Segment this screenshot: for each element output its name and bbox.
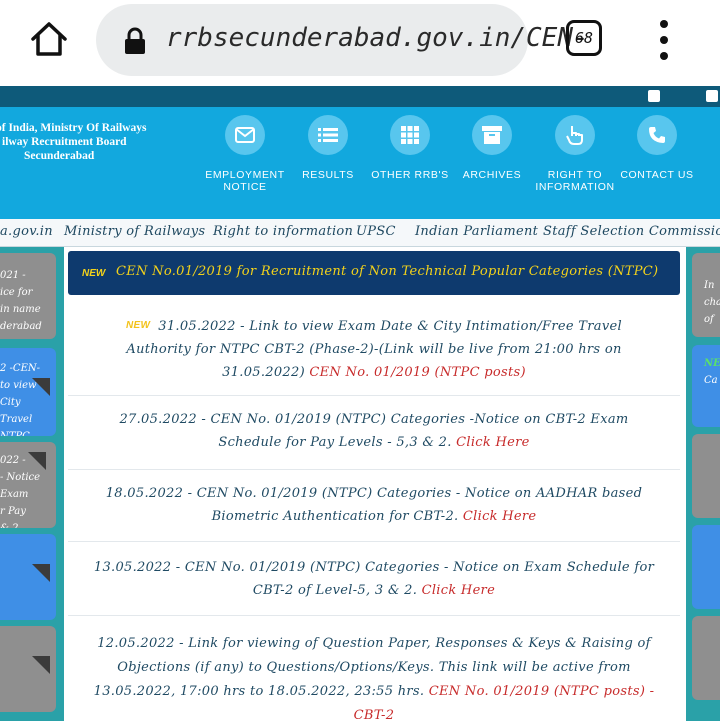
social-icon[interactable] — [648, 90, 660, 102]
home-button[interactable] — [24, 14, 74, 64]
card-corner-icon — [28, 452, 46, 470]
cen-title[interactable]: CEN No.01/2019 for Recruitment of Non Te… — [116, 264, 658, 279]
notice-link[interactable]: Click Here — [463, 509, 537, 524]
social-icon[interactable] — [706, 90, 718, 102]
left-card[interactable]: 2 -CEN-to viewCityTravelNTPC — [0, 348, 56, 436]
address-bar[interactable]: rrbsecunderabad.gov.in/CEN- — [96, 4, 589, 76]
more-vert-icon[interactable] — [650, 16, 678, 64]
nav-other-rrbs[interactable]: OTHER RRB'S — [365, 115, 455, 181]
lock-icon — [125, 27, 145, 54]
tab-count: 68 — [574, 29, 594, 47]
tab-switcher-button[interactable]: 68 — [566, 20, 602, 56]
left-card[interactable] — [0, 534, 56, 620]
list-icon — [308, 115, 348, 155]
archive-icon — [472, 115, 512, 155]
right-card[interactable] — [692, 434, 720, 518]
org-name: of India, Ministry Of Railways ilway Rec… — [0, 122, 147, 162]
right-card[interactable]: NE Ca — [692, 345, 720, 427]
right-card[interactable] — [692, 616, 720, 700]
link-india-gov[interactable]: a.gov.in — [0, 224, 53, 239]
new-badge: NEW — [82, 268, 106, 279]
notice-item: 12.05.2022 - Link for viewing of Questio… — [93, 636, 655, 721]
notice-link[interactable]: CEN No. 01/2019 (NTPC posts) — [429, 684, 645, 699]
card-corner-icon — [32, 378, 50, 396]
right-card[interactable]: Inchaof — [692, 253, 720, 337]
notice-item: 13.05.2022 - CEN No. 01/2019 (NTPC) Cate… — [68, 556, 680, 616]
phone-icon — [637, 115, 677, 155]
top-strip — [0, 86, 720, 107]
link-right-to-information[interactable]: Right to information — [213, 224, 353, 239]
notice-item: 18.05.2022 - CEN No. 01/2019 (NTPC) Cate… — [68, 482, 680, 542]
notice-link[interactable]: Click Here — [456, 435, 530, 450]
link-ministry-of-railways[interactable]: Ministry of Railways — [64, 224, 205, 239]
notice-item: 27.05.2022 - CEN No. 01/2019 (NTPC) Cate… — [68, 408, 680, 470]
card-corner-icon — [32, 564, 50, 582]
nav-archives[interactable]: ARCHIVES — [447, 115, 537, 181]
notice-item: NEW 31.05.2022 - Link to view Exam Date &… — [68, 312, 680, 396]
envelope-icon — [225, 115, 265, 155]
left-card[interactable]: 022 -- NoticeExamr Pay& 2 — [0, 442, 56, 528]
new-badge: NEW — [126, 320, 151, 331]
link-upsc[interactable]: UPSC — [356, 224, 396, 239]
right-card[interactable] — [692, 525, 720, 609]
nav-contact-us[interactable]: CONTACT US — [612, 115, 702, 181]
grid-icon — [390, 115, 430, 155]
quick-links-bar: a.gov.in Ministry of Railways Right to i… — [0, 219, 720, 247]
hand-pointer-icon — [555, 115, 595, 155]
link-staff-selection-commission[interactable]: Staff Selection Commission — [543, 224, 720, 239]
left-card[interactable]: 021 - ice for in name derabad — [0, 253, 56, 339]
cen-title-bar[interactable]: NEW CEN No.01/2019 for Recruitment of No… — [68, 251, 680, 295]
link-indian-parliament[interactable]: Indian Parliament — [415, 224, 538, 239]
nav-right-to-information[interactable]: RIGHT TO INFORMATION — [530, 115, 620, 193]
notice-link[interactable]: Click Here — [422, 583, 496, 598]
nav-results[interactable]: RESULTS — [283, 115, 373, 181]
nav-employment-notice[interactable]: EMPLOYMENT NOTICE — [200, 115, 290, 193]
url-text[interactable]: rrbsecunderabad.gov.in/CEN- — [166, 23, 589, 53]
notice-link[interactable]: CEN No. 01/2019 (NTPC posts) — [309, 365, 525, 380]
home-icon — [31, 22, 67, 56]
site-header: of India, Ministry Of Railways ilway Rec… — [0, 107, 720, 219]
browser-toolbar: rrbsecunderabad.gov.in/CEN- 68 — [0, 0, 720, 86]
left-card[interactable] — [0, 626, 56, 712]
card-corner-icon — [32, 656, 50, 674]
